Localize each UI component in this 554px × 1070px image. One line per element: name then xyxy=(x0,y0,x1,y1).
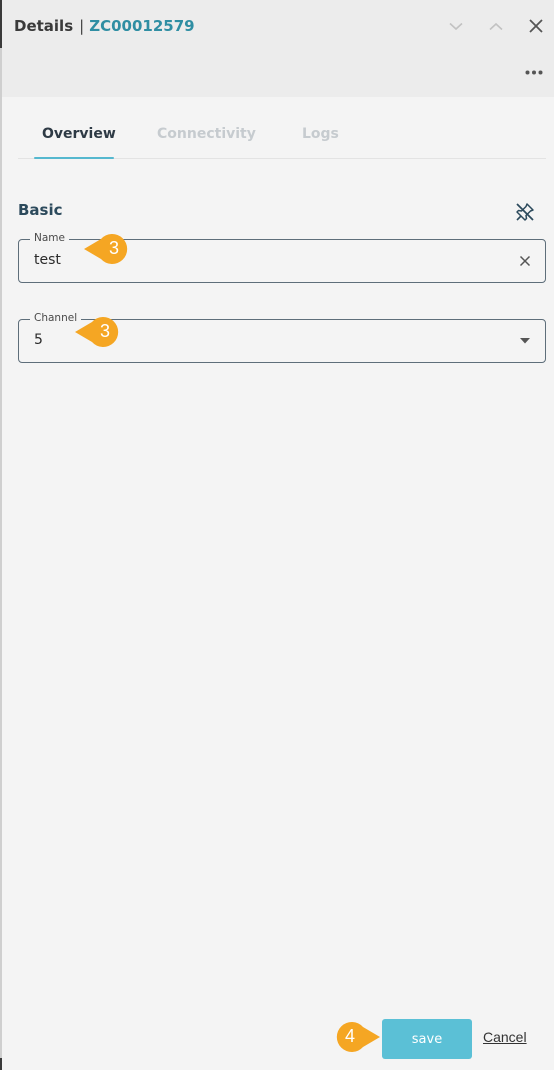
tab-connectivity[interactable]: Connectivity xyxy=(157,126,256,142)
channel-select-value: 5 xyxy=(34,332,43,348)
step-callout-name-number: 3 xyxy=(108,238,119,258)
panel-title: Details | ZC00012579 xyxy=(14,17,195,35)
record-id: ZC00012579 xyxy=(89,17,195,35)
clear-name-button[interactable] xyxy=(517,253,533,269)
name-field-label: Name xyxy=(30,231,69,245)
tab-logs[interactable]: Logs xyxy=(302,126,339,142)
step-callout-channel: 3 xyxy=(73,315,125,349)
window-left-edge xyxy=(0,0,2,1070)
tab-bar: Overview Connectivity Logs xyxy=(18,118,546,159)
active-tab-indicator xyxy=(34,157,114,159)
step-callout-save: 4 xyxy=(328,1020,382,1054)
chevron-down-icon xyxy=(449,22,463,30)
panel-title-label: Details xyxy=(14,17,74,35)
tab-overview[interactable]: Overview xyxy=(42,126,116,142)
save-button[interactable]: save xyxy=(382,1019,472,1059)
step-callout-channel-number: 3 xyxy=(99,321,110,341)
channel-dropdown-toggle[interactable] xyxy=(517,333,533,349)
step-callout-name: 3 xyxy=(82,232,134,266)
close-icon xyxy=(529,19,543,33)
step-callout-save-number: 4 xyxy=(344,1026,355,1046)
unpin-button[interactable] xyxy=(513,200,537,224)
details-header: Details | ZC00012579 xyxy=(2,0,554,97)
more-options-button[interactable] xyxy=(524,66,544,78)
cancel-link[interactable]: Cancel xyxy=(483,1029,527,1045)
name-field-value[interactable]: test xyxy=(34,252,61,268)
unpin-icon xyxy=(516,203,534,221)
more-icon xyxy=(525,70,543,74)
chevron-up-icon xyxy=(489,22,503,30)
next-record-button[interactable] xyxy=(445,15,467,37)
title-separator: | xyxy=(79,17,85,35)
section-title: Basic xyxy=(18,201,63,219)
previous-record-button[interactable] xyxy=(485,15,507,37)
dropdown-arrow-icon xyxy=(520,338,530,344)
clear-icon xyxy=(519,255,531,267)
close-panel-button[interactable] xyxy=(525,15,547,37)
